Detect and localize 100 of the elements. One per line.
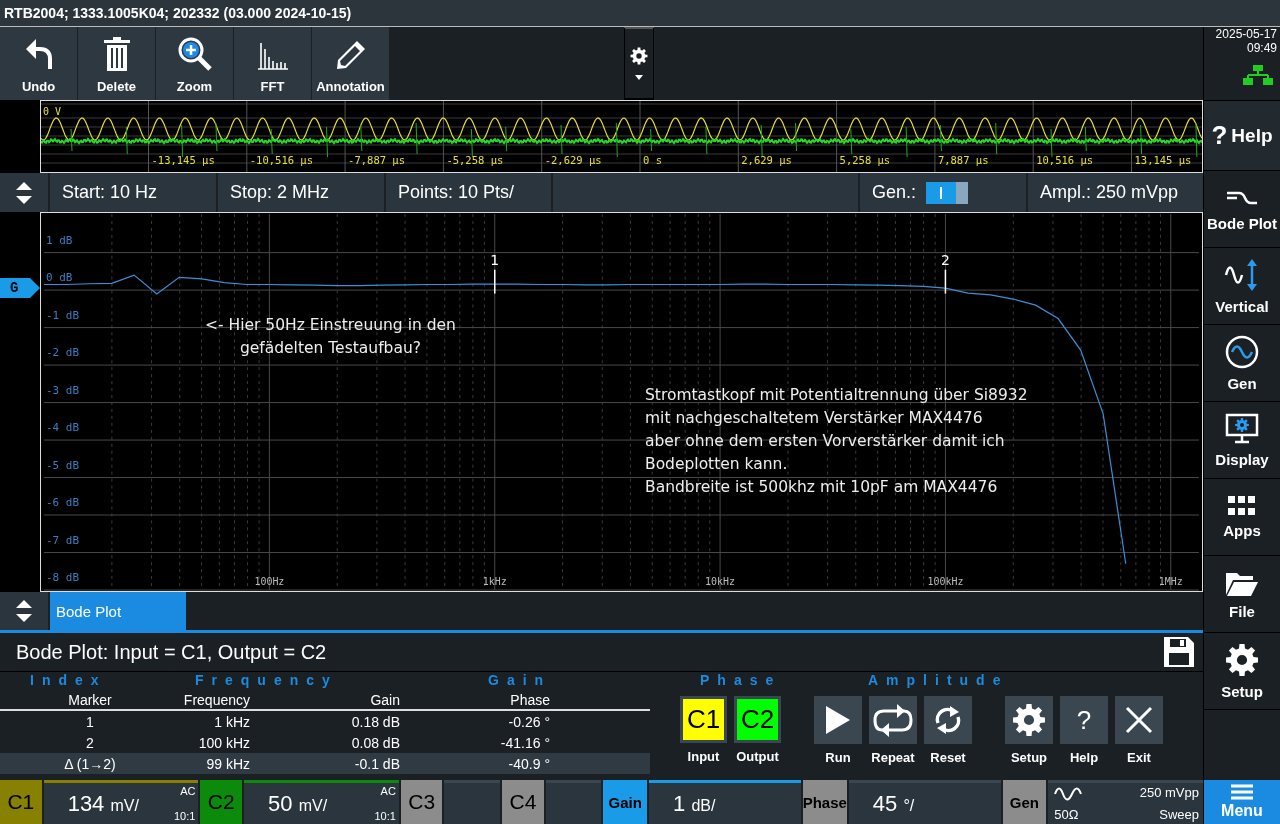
column-header: Marker [67, 691, 113, 708]
scale-reading: 50 mV/ [268, 790, 328, 817]
stop-frequency-field[interactable]: Stop: 2 MHz [218, 173, 384, 212]
window-title: RTB2004; 1333.1005K04; 202332 (03.000 2024-10-15) [0, 0, 1280, 27]
amplitude-field[interactable]: Ampl.: 250 mVpp [1028, 173, 1203, 212]
vertical-scale-icon [1224, 257, 1260, 292]
trace-marker[interactable]: G [0, 278, 40, 298]
zoom-icon [177, 37, 212, 71]
button-label: Reset [930, 750, 966, 765]
settings-button[interactable] [624, 27, 654, 100]
column-header: Phase [509, 691, 550, 708]
toolbar-button[interactable]: Zoom [156, 27, 233, 100]
action-button[interactable]: ? [1060, 696, 1108, 744]
channel-label[interactable]: C4 [502, 780, 544, 824]
tab[interactable]: Bode Plot [50, 592, 186, 630]
network-icon [1243, 65, 1273, 85]
button-label: Help [1069, 750, 1099, 765]
sine-icon [1054, 787, 1083, 801]
time-label: 2,629 µs [741, 154, 792, 166]
action-button[interactable] [869, 696, 917, 744]
points-field[interactable]: Points: 10 Pts/ [386, 173, 551, 212]
table-cell-text: 1 [85, 713, 95, 730]
channel-label[interactable]: Gain [603, 780, 647, 824]
axis-label: 0 dB [46, 271, 73, 285]
button-label: Run [825, 750, 851, 765]
time-label: -5,258 µs [446, 154, 504, 166]
menu-button[interactable]: Menu [1204, 780, 1280, 824]
table-cell-text: Δ (1→2) [63, 755, 117, 772]
time-label: 0 s [643, 154, 662, 166]
generator-toggle[interactable] [926, 181, 969, 204]
channel-readout[interactable]: 1 dB/ [649, 780, 801, 824]
toolbar-button[interactable]: Delete [78, 27, 155, 100]
axis-label: -6 dB [46, 496, 79, 510]
coupling-label: AC [380, 785, 396, 797]
time-label: 09:49 [1246, 41, 1277, 55]
channel-label[interactable]: Phase [802, 780, 847, 824]
repeat-icon [872, 702, 914, 738]
apps-icon [1228, 495, 1256, 516]
table-cell-text: -0.1 dB [353, 755, 400, 772]
action-button[interactable] [924, 696, 972, 744]
scale-reading: 45 °/ [872, 790, 915, 817]
annotation-text: Stromtastkopf mit Potentialtrennung über Si8932 mit nachgeschaltetem Verstärker MAX4476 aber ohne dem ersten Vorverstärker damit ich Bodeplotten kann. Bandbreite ist 500khz mit 10pF am MAX4476 [645, 385, 1028, 498]
toolbar-button[interactable]: Undo [0, 27, 77, 100]
table-row[interactable]: Δ (1→2) 99 kHz -0.1 dB -40.9 ° [0, 753, 650, 774]
generator-label: Gen.: [872, 182, 917, 203]
spectrum-icon [256, 41, 289, 71]
help-icon: ? [1076, 704, 1092, 736]
action-button[interactable] [1115, 696, 1163, 744]
table-cell-text: 0.18 dB [350, 713, 400, 730]
caret-icon [635, 75, 643, 80]
button-label: Input [687, 749, 720, 764]
channel-readout[interactable]: 134 mV/ AC 10:1 [43, 780, 199, 824]
channel-readout[interactable]: 50 mV/ AC 10:1 [244, 780, 399, 824]
channel-label[interactable]: C1 [0, 780, 42, 824]
date-label: 2025-05-17 [1215, 27, 1277, 41]
start-frequency-field[interactable]: Start: 10 Hz [50, 173, 216, 212]
table-cell-text: 99 kHz [205, 755, 250, 772]
table-cell-text: 100 kHz [197, 734, 250, 751]
menu-icon [1231, 784, 1253, 800]
button-label: Setup [1010, 750, 1048, 765]
axis-label: 10kHz [705, 576, 736, 588]
toggle-bar-icon [940, 186, 943, 199]
time-label: -2,629 µs [544, 154, 602, 166]
source-button[interactable]: C1 [680, 696, 727, 743]
probe-ratio: 10:1 [174, 810, 196, 822]
settings-icon [1012, 703, 1046, 737]
generator-readout[interactable]: 50Ω 250 mVpp Sweep [1048, 780, 1203, 824]
channel-label[interactable]: C2 [200, 780, 243, 824]
column-header: Gain [369, 691, 400, 708]
settings-icon [1225, 642, 1259, 677]
up-down-icon [14, 179, 34, 206]
axis-label: -8 dB [46, 571, 79, 585]
channel-readout[interactable]: 45 °/ [848, 780, 1001, 824]
table-row[interactable]: 1 1 kHz 0.18 dB -0.26 ° [0, 711, 650, 732]
time-label: -13,145 µs [151, 154, 215, 166]
button-label: Repeat [871, 750, 915, 765]
axis-label: -4 dB [46, 421, 79, 435]
toolbar-button[interactable]: FFT [234, 27, 311, 100]
table-cell-text: 0.08 dB [350, 734, 400, 751]
table-row[interactable]: 2 100 kHz 0.08 dB -41.16 ° [0, 732, 650, 753]
scroll-button[interactable] [0, 592, 48, 630]
axis-label: 1MHz [1158, 576, 1183, 588]
save-icon[interactable] [1163, 636, 1195, 668]
monitor-icon [1225, 412, 1259, 445]
section-label: Frequency [195, 672, 339, 690]
action-button[interactable] [814, 696, 862, 744]
probe-ratio: 10:1 [374, 810, 396, 822]
level-label: 0 V [43, 106, 62, 117]
sidebar-button[interactable]: ?Help [1204, 100, 1280, 170]
action-button[interactable] [1005, 696, 1053, 744]
annotation-text: <- Hier 50Hz Einstreuung in den gefädelten Testaufbau? [205, 315, 456, 359]
channel-label[interactable]: C3 [400, 780, 443, 824]
channel-label[interactable]: Gen [1002, 780, 1047, 824]
panel-title: Bode Plot: Input = C1, Output = C2 [16, 640, 327, 664]
pencil-icon [334, 39, 367, 71]
toolbar-button[interactable]: Annotation [312, 27, 389, 100]
scroll-button[interactable] [0, 173, 48, 212]
source-button[interactable]: C2 [734, 696, 781, 743]
coupling-label: AC [180, 785, 196, 797]
help-icon: ? [1211, 120, 1228, 151]
